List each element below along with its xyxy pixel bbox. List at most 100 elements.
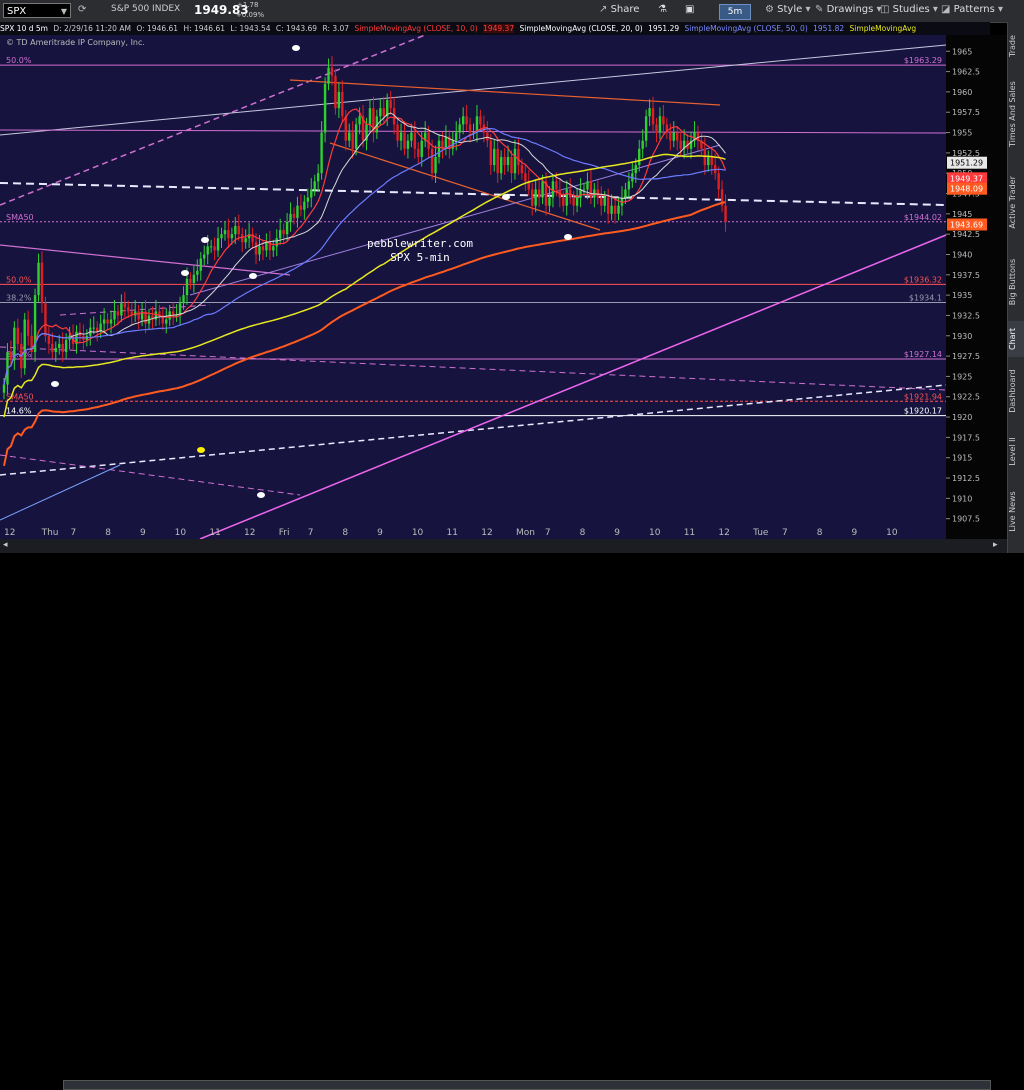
candle-body (203, 254, 206, 259)
x-tick-label: 11 (447, 528, 458, 538)
price-tag: 1949.37 (950, 174, 983, 183)
x-tick-label: 12 (718, 528, 729, 538)
y-tick-label: 1917.5 (952, 433, 980, 442)
candle-body (517, 148, 520, 166)
side-tab-dashboard[interactable]: Dashboard (1008, 363, 1024, 420)
bell-icon[interactable]: ▣ (685, 4, 694, 15)
symbol-input[interactable]: SPX ▼ (3, 3, 71, 18)
candle-body (603, 197, 606, 206)
toolbar: SPX ▼ ⟳ S&P 500 INDEX 1949.83 +1.78 +0.09… (0, 0, 1024, 23)
candle-body (655, 124, 658, 133)
candle-body (506, 156, 510, 166)
side-tab-chart[interactable]: Chart (1008, 320, 1024, 357)
candle-body (199, 258, 202, 271)
side-tab-times-and-sales[interactable]: Times And Sales (1008, 70, 1024, 158)
drawings-button[interactable]: ✎ Drawings ▾ (815, 4, 882, 15)
candle-body (368, 108, 372, 125)
y-tick-label: 1930 (952, 332, 972, 341)
candle-body (510, 156, 513, 174)
candle-body (303, 201, 306, 210)
pan-right-icon[interactable]: ▸ (993, 540, 998, 550)
candle-body (496, 148, 499, 174)
candle-body (541, 181, 544, 198)
x-tick-label: 8 (342, 528, 348, 538)
share-button[interactable]: ↗ Share (599, 4, 639, 15)
y-tick-label: 1957.5 (952, 108, 980, 117)
candle-body (555, 181, 558, 190)
refresh-icon[interactable]: ⟳ (78, 4, 86, 15)
level-label-sma50-tag: SMA50 (6, 213, 34, 222)
side-tab-live-news[interactable]: Live News (1008, 483, 1024, 540)
candle-body (123, 303, 127, 308)
candle-body (617, 205, 620, 214)
price-change: +1.78 (237, 1, 259, 9)
candle-body (54, 347, 57, 353)
sma20-label[interactable]: SimpleMovingAvg (CLOSE, 20, 0) (519, 24, 642, 33)
y-tick-label: 1922.5 (952, 393, 980, 402)
candle-body (417, 148, 420, 157)
chevron-down-icon[interactable]: ▼ (61, 4, 67, 19)
sma50-label[interactable]: SimpleMovingAvg (CLOSE, 50, 0) (685, 24, 808, 33)
candle-body (520, 165, 524, 174)
patterns-button[interactable]: ◪ Patterns ▾ (941, 4, 1003, 15)
sma10-label[interactable]: SimpleMovingAvg (CLOSE, 10, 0) (354, 24, 477, 33)
candle-body (403, 132, 406, 149)
timeframe-button[interactable]: 5m (719, 4, 751, 20)
side-tab-active-trader[interactable]: Active Trader (1008, 164, 1024, 242)
candle-body (651, 108, 655, 125)
studies-button[interactable]: ◫ Studies ▾ (880, 4, 938, 15)
candle-body (579, 189, 582, 198)
x-tick-label: 8 (817, 528, 823, 538)
candle-body (458, 124, 461, 133)
candle-body (330, 67, 334, 76)
sma100-label[interactable]: SimpleMovingAvg (850, 24, 917, 33)
scrollbar[interactable] (63, 1080, 991, 1090)
y-tick-label: 1912.5 (952, 474, 980, 483)
candle-body (382, 108, 385, 117)
x-tick-label: 12 (244, 528, 255, 538)
candle-body (47, 335, 51, 344)
x-tick-label: 9 (140, 528, 146, 538)
candle-body (61, 343, 64, 353)
watermark-line1: pebblewriter.com (367, 237, 473, 250)
candle-body (437, 140, 441, 157)
candle-body (213, 246, 216, 251)
side-panel: Trade Times And Sales Active Trader Big But… (1007, 22, 1024, 553)
candle-body (185, 278, 189, 296)
candle-body (413, 132, 417, 149)
candle-body (565, 189, 568, 206)
y-tick-label: 1937.5 (952, 271, 980, 280)
candle-body (26, 319, 30, 336)
candle-body (337, 91, 341, 109)
candle-body (613, 205, 617, 214)
y-tick-label: 1932.5 (952, 311, 980, 320)
candle-body (292, 213, 296, 218)
candle-body (278, 230, 282, 239)
pencil-icon: ✎ (815, 4, 827, 15)
side-tab-big-buttons[interactable]: Big Buttons (1008, 248, 1024, 315)
patterns-icon: ◪ (941, 4, 954, 15)
price-chart[interactable]: 50.0% $1963.29 SMA50 $1944.02 50.0% $1936.32 3… (0, 35, 1007, 539)
candle-body (658, 116, 662, 133)
y-tick-label: 1952.5 (952, 149, 980, 158)
candle-body (499, 156, 503, 174)
y-tick-label: 1960 (952, 88, 972, 97)
candle-body (354, 124, 358, 149)
candle-body (644, 116, 648, 141)
pan-left-icon[interactable]: ◂ (3, 540, 8, 550)
candle-body (254, 242, 258, 255)
candle-body (234, 226, 237, 235)
sma20-value: 1951.29 (648, 24, 680, 33)
side-tab-level-ii[interactable]: Level II (1008, 426, 1024, 478)
level-tag-fib-382: $1934.1 (909, 293, 942, 302)
candle-body (669, 132, 672, 141)
side-tab-trade[interactable]: Trade (1008, 28, 1024, 64)
x-tick-label: 9 (851, 528, 857, 538)
candle-body (227, 230, 230, 239)
level-tag-fib-146: $1920.17 (904, 407, 942, 416)
level-label-fib-382: 38.2% (6, 293, 32, 302)
flask-icon[interactable]: ⚗ (658, 4, 667, 15)
style-button[interactable]: ⚙ Style ▾ (765, 4, 810, 15)
sma10-value: 1949.37 (483, 24, 515, 33)
candle-body (641, 140, 644, 149)
